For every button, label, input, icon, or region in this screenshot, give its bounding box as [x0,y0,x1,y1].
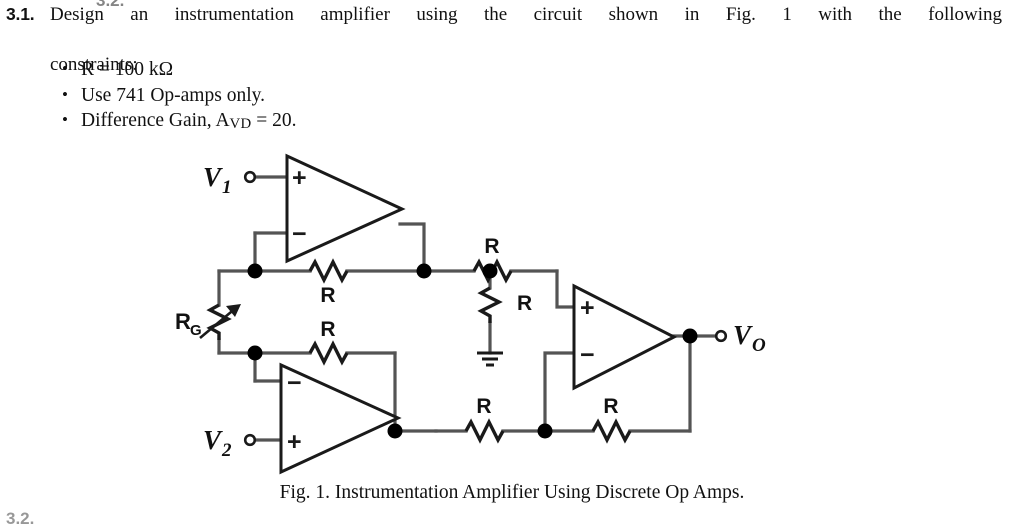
ground-icon [477,351,503,367]
node-dot-top-output [416,263,432,279]
node-dot-rg-top [247,263,263,279]
resistor-shunt-ground[interactable] [477,286,503,323]
constraint-item-gain: • Difference Gain, AVD = 20. [57,108,296,137]
label-rg: R [175,309,191,334]
top-opamp-minus: − [292,220,307,248]
constraints-list: • R = 100 kΩ • Use 741 Op-amps only. • D… [57,57,296,137]
wire-to-output-inverting [543,351,576,433]
output-opamp-plus: + [580,294,595,322]
terminal-vo[interactable] [714,329,728,343]
node-dot-bottom-output [387,423,403,439]
label-v2-subscript: 2 [221,440,232,461]
label-r-shunt: R [517,292,532,315]
instrumentation-amplifier-schematic: + − − + + − R R R R R R R G V 1 V 2 V O [175,153,766,475]
node-dot-rg-bottom [247,345,263,361]
output-opamp-minus: − [580,341,595,369]
circuit-figure: + − − + + − R R R R R R R G V 1 V 2 V O [0,140,1024,490]
resistor-top-feedback[interactable] [308,258,349,284]
label-v1: V [203,162,223,192]
label-r-series-top: R [484,235,499,258]
resistor-series-bottom[interactable] [464,418,505,444]
wire-to-output-noninverting [555,269,576,309]
bullet-icon: • [62,84,68,104]
bottom-opamp-plus: + [287,428,302,456]
variable-resistor-rg[interactable] [199,303,241,340]
constraint-text: Use 741 Op-amps only. [81,84,265,106]
bullet-icon: • [62,59,68,78]
constraint-subscript: VD [229,115,252,132]
label-rg-group: R G [175,309,202,339]
clipped-text-bottom: 3.2. [6,509,35,528]
label-v2: V [203,425,223,455]
document-page: 3.2. 3.1. Design an instrumentation ampl… [0,0,1024,528]
constraint-item-resistance: • R = 100 kΩ [57,57,296,83]
constraint-tail: = 20. [251,110,297,131]
label-rg-subscript: G [190,322,202,339]
constraint-text: R = 100 kΩ [81,59,174,80]
problem-number: 3.1. [6,4,35,24]
resistor-bottom-feedback[interactable] [308,340,349,366]
label-vo: V [733,320,753,350]
bottom-opamp-minus: − [287,369,302,397]
terminal-v1[interactable] [243,170,257,184]
wire-top-opamp-output [398,222,426,273]
figure-caption: Fig. 1. Instrumentation Amplifier Using … [279,482,745,503]
terminal-v2[interactable] [243,433,257,447]
resistor-output-feedback[interactable] [591,418,632,444]
node-dot-inverting-junction [537,423,553,439]
constraint-item-opamp: • Use 741 Op-amps only. [57,83,296,109]
node-dot-output [682,328,698,344]
label-r-top-feedback: R [320,284,335,307]
label-v1-subscript: 1 [222,177,232,198]
problem-line-1: Design an instrumentation amplifier usin… [50,4,1002,25]
top-opamp-plus: + [292,164,307,192]
label-r-output-feedback: R [603,395,618,418]
label-r-bottom-feedback: R [320,318,335,341]
label-vo-subscript: O [752,335,766,356]
node-dot-shunt [482,263,498,279]
bullet-icon: • [62,110,68,129]
constraint-text: Difference Gain, A [81,110,230,131]
label-r-series-bottom: R [476,395,491,418]
